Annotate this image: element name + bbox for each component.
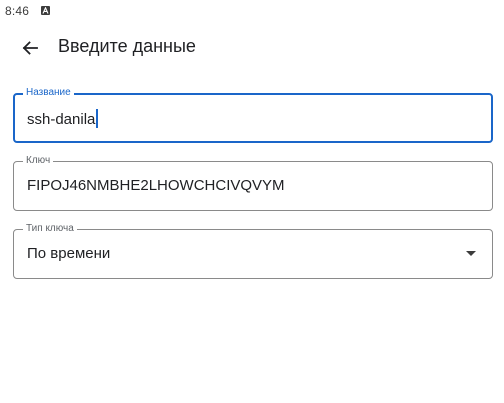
- key-field-label: Ключ: [23, 155, 54, 167]
- status-time: 8:46: [5, 4, 30, 18]
- arrow-left-icon: [22, 41, 38, 55]
- name-field[interactable]: Название ssh-danila: [13, 87, 493, 143]
- back-button[interactable]: [18, 36, 42, 60]
- page-title: Введите данные: [58, 36, 196, 56]
- status-bar: 8:46: [0, 0, 504, 22]
- key-field[interactable]: Ключ FIPOJ46NMBHE2LHOWCHCIVQVYM: [13, 155, 493, 211]
- a-square-icon: [41, 6, 50, 15]
- app-bar: Введите данные: [0, 26, 504, 70]
- dropdown-arrow-icon: [466, 251, 476, 256]
- text-cursor: [96, 109, 99, 128]
- key-type-label: Тип ключа: [23, 223, 77, 235]
- key-type-dropdown[interactable]: Тип ключа По времени: [13, 223, 493, 279]
- name-field-label: Название: [23, 87, 74, 99]
- key-type-value: По времени: [27, 245, 111, 262]
- key-field-value: FIPOJ46NMBHE2LHOWCHCIVQVYM: [27, 177, 285, 194]
- name-field-value: ssh-danila: [27, 111, 96, 128]
